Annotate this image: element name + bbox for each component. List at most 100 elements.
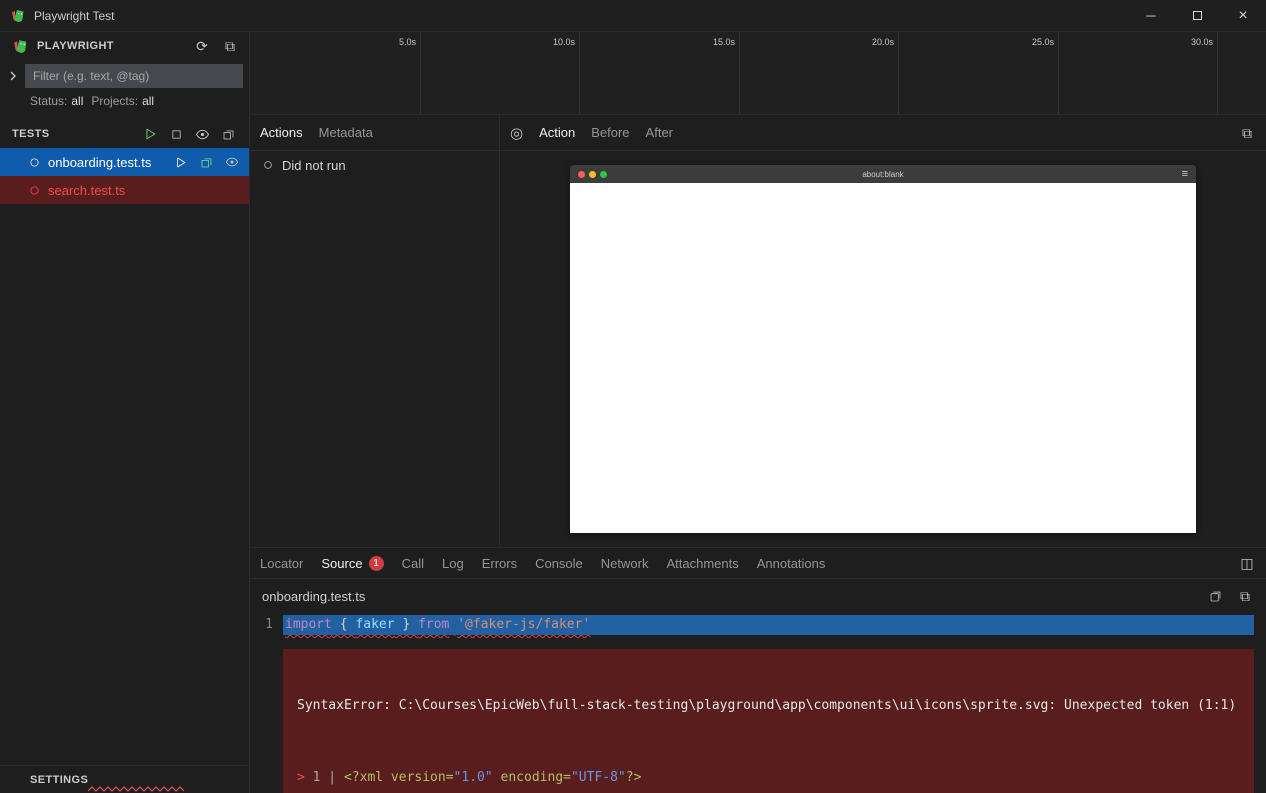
source-file-name: onboarding.test.ts xyxy=(262,589,365,604)
status-filters: Status: all Projects: all xyxy=(0,94,249,114)
line-number: 1 xyxy=(250,615,283,635)
tab-action[interactable]: Action xyxy=(539,125,575,140)
tab-call[interactable]: Call xyxy=(402,556,424,571)
timeline[interactable]: 5.0s 10.0s 15.0s 20.0s 25.0s 30.0s xyxy=(250,32,1266,115)
snapshot-panel: ◎ Action Before After ⧉ xyxy=(500,115,1266,547)
titlebar: Playwright Test ─ × xyxy=(0,0,1266,32)
collapse-all-icon[interactable] xyxy=(219,125,237,143)
run-test-icon[interactable] xyxy=(171,153,189,171)
main-area: 5.0s 10.0s 15.0s 20.0s 25.0s 30.0s Actio… xyxy=(250,32,1266,793)
watch-all-icon[interactable] xyxy=(193,125,211,143)
browser-address: about:blank xyxy=(862,170,903,179)
sidebar-spacer xyxy=(0,204,249,765)
timeline-tick-label: 20.0s xyxy=(872,37,898,47)
window-content: PLAYWRIGHT ⟳ ⧉ Status:allProjects:all TE… xyxy=(0,32,1266,793)
tab-errors[interactable]: Errors xyxy=(482,556,517,571)
timeline-gridline xyxy=(1058,32,1059,114)
timeline-tick-label: 10.0s xyxy=(553,37,579,47)
settings-title: SETTINGS xyxy=(30,774,88,786)
run-all-icon[interactable] xyxy=(141,125,159,143)
test-item-label: onboarding.test.ts xyxy=(48,155,151,170)
traffic-light-minimize-icon xyxy=(589,171,596,178)
tab-log[interactable]: Log xyxy=(442,556,464,571)
test-pending-icon xyxy=(28,156,41,169)
source-line-content: import { faker } from '@faker-js/faker' xyxy=(283,615,1254,635)
action-pending-icon xyxy=(262,159,274,171)
action-item-label: Did not run xyxy=(282,158,346,173)
tab-annotations[interactable]: Annotations xyxy=(757,556,826,571)
sidebar-title: PLAYWRIGHT xyxy=(37,40,114,52)
show-source-icon[interactable] xyxy=(197,153,215,171)
test-failed-icon xyxy=(28,184,41,197)
open-external-icon[interactable]: ⧉ xyxy=(221,37,239,55)
source-toolbar: onboarding.test.ts ⧉ xyxy=(250,579,1266,613)
pick-locator-icon[interactable]: ◎ xyxy=(510,124,523,142)
open-source-external-icon[interactable]: ⧉ xyxy=(1236,587,1254,605)
chevron-right-icon[interactable] xyxy=(4,71,22,81)
stop-icon[interactable] xyxy=(167,125,185,143)
minimize-button[interactable]: ─ xyxy=(1128,0,1174,31)
close-button[interactable]: × xyxy=(1220,0,1266,31)
browser-snapshot: about:blank ≡ xyxy=(570,165,1196,533)
source-actions: ⧉ xyxy=(1206,587,1254,605)
snapshot-viewport: about:blank ≡ xyxy=(500,151,1266,547)
tab-attachments[interactable]: Attachments xyxy=(666,556,738,571)
tab-source[interactable]: Source 1 xyxy=(321,556,383,571)
window-title: Playwright Test xyxy=(34,9,114,23)
traffic-lights xyxy=(578,171,607,178)
error-squiggle-decoration xyxy=(88,786,184,792)
maximize-button[interactable] xyxy=(1174,0,1220,31)
tab-network[interactable]: Network xyxy=(601,556,649,571)
projects-label: Projects: xyxy=(91,94,138,108)
filter-row xyxy=(0,60,249,94)
browser-page[interactable] xyxy=(570,183,1196,533)
copy-icon[interactable] xyxy=(1206,587,1224,605)
tab-metadata[interactable]: Metadata xyxy=(319,125,373,140)
status-value[interactable]: all xyxy=(71,94,83,108)
tab-after[interactable]: After xyxy=(646,125,673,140)
browser-menu-icon: ≡ xyxy=(1182,168,1188,180)
tab-source-label: Source xyxy=(321,556,362,571)
details-tabbar: Locator Source 1 Call Log Errors Console… xyxy=(250,548,1266,579)
filter-input[interactable] xyxy=(25,64,243,88)
tab-console[interactable]: Console xyxy=(535,556,583,571)
tab-locator[interactable]: Locator xyxy=(260,556,303,571)
watch-test-icon[interactable] xyxy=(223,153,241,171)
timeline-gridline xyxy=(420,32,421,114)
snapshot-actions: ⧉ xyxy=(1238,124,1256,142)
projects-value[interactable]: all xyxy=(142,94,154,108)
details-panel: Locator Source 1 Call Log Errors Console… xyxy=(250,547,1266,793)
timeline-gridline xyxy=(898,32,899,114)
browser-chrome: about:blank ≡ xyxy=(570,165,1196,183)
tab-actions[interactable]: Actions xyxy=(260,125,303,140)
source-code-view: 1 import { faker } from '@faker-js/faker… xyxy=(250,613,1266,793)
test-item-label: search.test.ts xyxy=(48,183,125,198)
details-actions: ◫ xyxy=(1238,554,1256,572)
timeline-gridline xyxy=(1217,32,1218,114)
timeline-tick-label: 5.0s xyxy=(399,37,420,47)
middle-panels: Actions Metadata Did not run ◎ Action Be… xyxy=(250,115,1266,547)
tab-before[interactable]: Before xyxy=(591,125,629,140)
timeline-gridline xyxy=(739,32,740,114)
status-label: Status: xyxy=(30,94,67,108)
timeline-gridline xyxy=(579,32,580,114)
sidebar-header: PLAYWRIGHT ⟳ ⧉ xyxy=(0,32,249,60)
reload-tests-icon[interactable]: ⟳ xyxy=(193,37,211,55)
sidebar-header-actions: ⟳ ⧉ xyxy=(193,37,239,55)
playwright-ui-window: Playwright Test ─ × PLAYWRIGHT ⟳ ⧉ xyxy=(0,0,1266,793)
window-controls: ─ × xyxy=(1128,0,1266,31)
source-line-1: 1 import { faker } from '@faker-js/faker… xyxy=(250,615,1266,635)
error-underline: import { faker } from '@faker-js/faker' xyxy=(285,617,590,632)
error-count-badge: 1 xyxy=(369,556,384,571)
test-row-actions xyxy=(171,153,241,171)
traffic-light-zoom-icon xyxy=(600,171,607,178)
syntax-error-box: SyntaxError: C:\Courses\EpicWeb\full-sta… xyxy=(283,649,1254,793)
error-frame-line: > 1 | <?xml version="1.0" encoding="UTF-… xyxy=(297,769,1240,787)
test-item-search[interactable]: search.test.ts xyxy=(0,176,249,204)
timeline-tick-label: 15.0s xyxy=(713,37,739,47)
open-snapshot-external-icon[interactable]: ⧉ xyxy=(1238,124,1256,142)
action-list-item-did-not-run[interactable]: Did not run xyxy=(250,151,499,179)
timeline-tick-label: 25.0s xyxy=(1032,37,1058,47)
test-item-onboarding[interactable]: onboarding.test.ts xyxy=(0,148,249,176)
split-view-icon[interactable]: ◫ xyxy=(1238,554,1256,572)
